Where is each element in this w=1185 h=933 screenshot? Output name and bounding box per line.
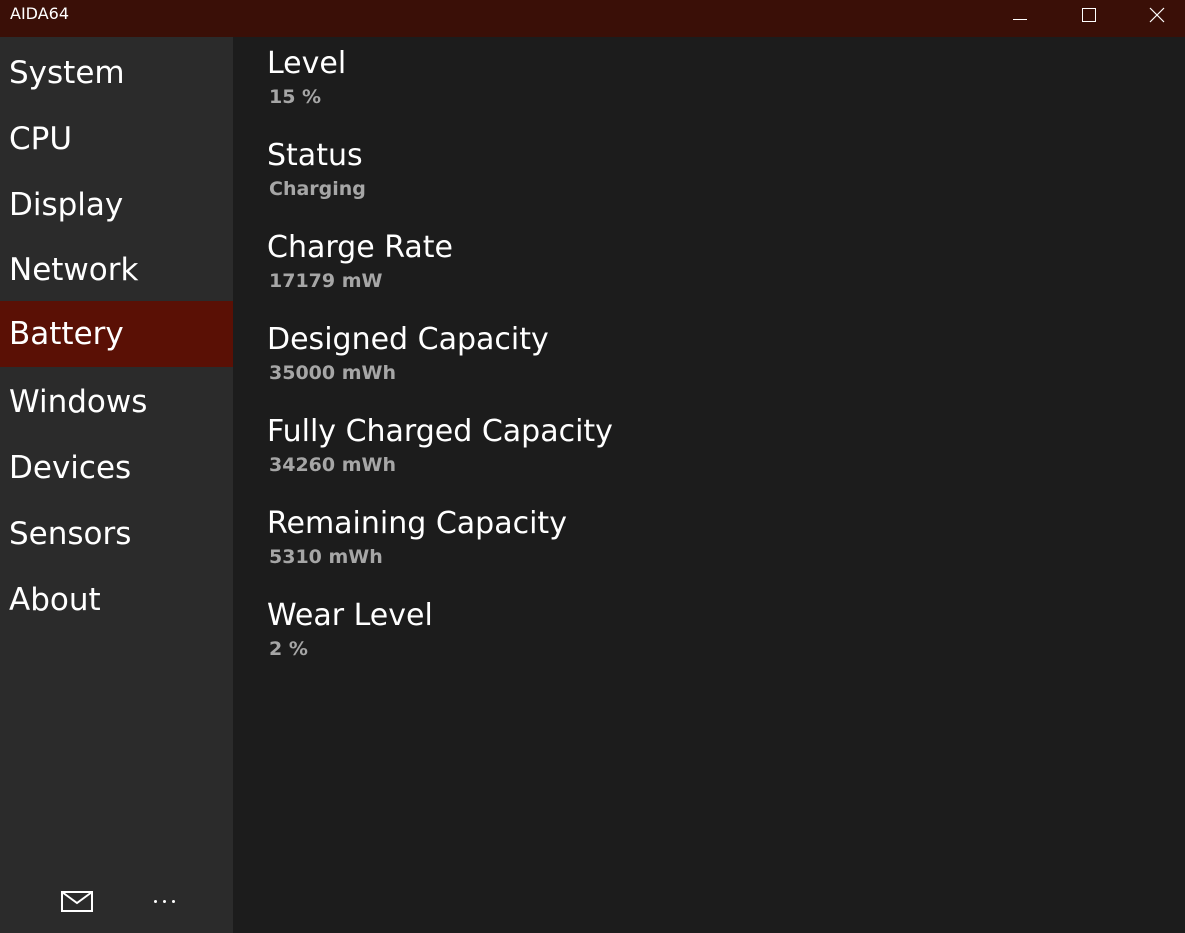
title-bar: AIDA64 bbox=[0, 0, 1185, 37]
sidebar-item-windows[interactable]: Windows bbox=[0, 369, 233, 435]
property-value: 2 % bbox=[269, 638, 308, 660]
minimize-icon bbox=[1013, 19, 1027, 20]
property-value: 35000 mWh bbox=[269, 362, 396, 384]
property-wear-level: Wear Level 2 % bbox=[267, 597, 967, 661]
sidebar-item-cpu[interactable]: CPU bbox=[0, 106, 233, 172]
sidebar-item-about[interactable]: About bbox=[0, 567, 233, 633]
property-level: Level 15 % bbox=[267, 45, 967, 109]
sidebar: System CPU Display Network Battery Windo… bbox=[0, 37, 233, 933]
property-value: 34260 mWh bbox=[269, 454, 396, 476]
property-value: 17179 mW bbox=[269, 270, 383, 292]
property-remaining-capacity: Remaining Capacity 5310 mWh bbox=[267, 505, 967, 569]
property-value: 15 % bbox=[269, 86, 322, 108]
sidebar-item-label: Display bbox=[9, 187, 124, 223]
sidebar-item-label: CPU bbox=[9, 121, 73, 157]
sidebar-item-label: Devices bbox=[9, 450, 132, 486]
mail-icon[interactable] bbox=[61, 891, 93, 913]
battery-details: Level 15 % Status Charging Charge Rate 1… bbox=[233, 37, 1185, 933]
sidebar-item-sensors[interactable]: Sensors bbox=[0, 501, 233, 567]
app-window: AIDA64 System CPU Display Network Batter… bbox=[0, 0, 1185, 933]
property-value: 5310 mWh bbox=[269, 546, 383, 568]
sidebar-item-battery[interactable]: Battery bbox=[0, 301, 233, 367]
sidebar-item-devices[interactable]: Devices bbox=[0, 435, 233, 501]
property-name: Fully Charged Capacity bbox=[267, 414, 613, 449]
property-name: Remaining Capacity bbox=[267, 506, 567, 541]
property-fully-charged-capacity: Fully Charged Capacity 34260 mWh bbox=[267, 413, 967, 477]
property-charge-rate: Charge Rate 17179 mW bbox=[267, 229, 967, 293]
app-title: AIDA64 bbox=[10, 4, 70, 23]
property-name: Charge Rate bbox=[267, 230, 453, 265]
sidebar-item-network[interactable]: Network bbox=[0, 237, 233, 303]
sidebar-item-label: Network bbox=[9, 252, 139, 288]
property-name: Wear Level bbox=[267, 598, 433, 633]
property-name: Status bbox=[267, 138, 363, 173]
sidebar-item-display[interactable]: Display bbox=[0, 172, 233, 238]
maximize-icon bbox=[1082, 8, 1096, 22]
maximize-button[interactable] bbox=[1066, 0, 1112, 30]
sidebar-item-system[interactable]: System bbox=[0, 40, 233, 106]
sidebar-item-label: System bbox=[9, 55, 125, 91]
sidebar-item-label: About bbox=[9, 582, 101, 618]
property-status: Status Charging bbox=[267, 137, 967, 201]
sidebar-footer bbox=[0, 885, 233, 921]
close-button[interactable] bbox=[1134, 0, 1180, 30]
more-icon[interactable] bbox=[150, 889, 178, 913]
sidebar-item-label: Sensors bbox=[9, 516, 132, 552]
sidebar-item-label: Windows bbox=[9, 384, 148, 420]
property-name: Level bbox=[267, 46, 347, 81]
property-designed-capacity: Designed Capacity 35000 mWh bbox=[267, 321, 967, 385]
minimize-button[interactable] bbox=[997, 0, 1043, 30]
property-value: Charging bbox=[269, 178, 366, 200]
close-icon bbox=[1149, 7, 1165, 23]
sidebar-item-label: Battery bbox=[9, 316, 124, 352]
property-name: Designed Capacity bbox=[267, 322, 549, 357]
